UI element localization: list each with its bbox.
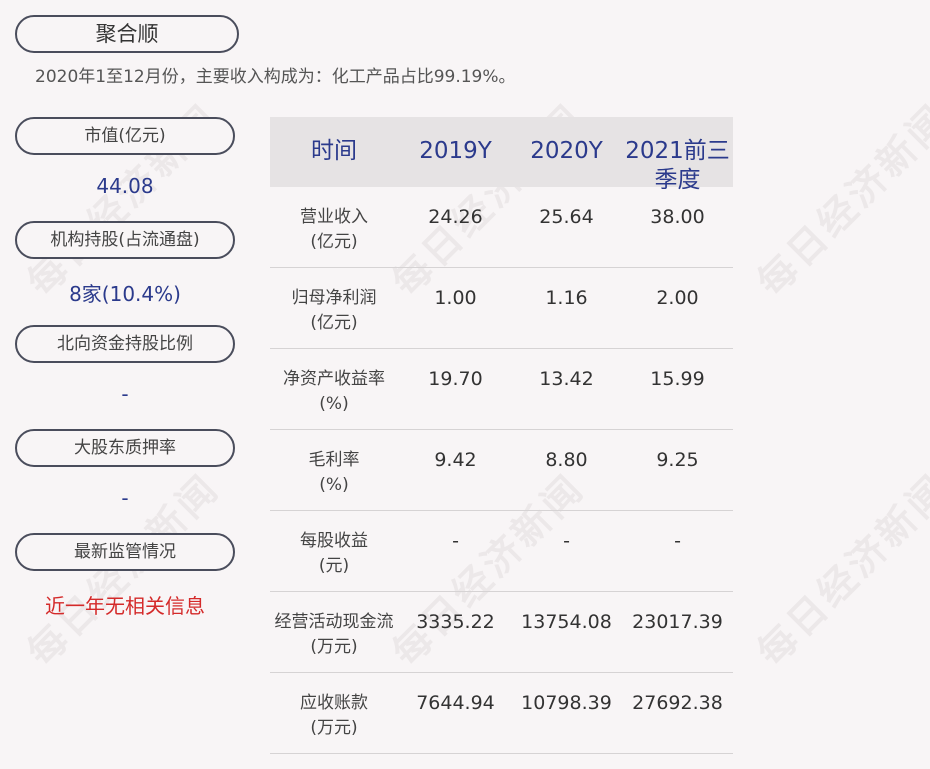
table-cell: 3335.22 bbox=[416, 611, 495, 633]
metric-value-pledge-ratio: - bbox=[121, 486, 129, 510]
row-label-name: 每股收益 bbox=[300, 531, 368, 551]
table-cell: - bbox=[674, 530, 681, 552]
table-cell: 13754.08 bbox=[521, 611, 612, 633]
row-label: 净资产收益率 (%) bbox=[270, 367, 398, 417]
table-cell: 7644.94 bbox=[416, 692, 495, 714]
row-label: 经营活动现金流 (万元) bbox=[270, 610, 398, 660]
table-row: 每股收益 (元) - - - bbox=[270, 511, 733, 592]
table-cell: - bbox=[563, 530, 570, 552]
table-cell: 9.42 bbox=[434, 449, 477, 471]
metric-label-market-cap: 市值(亿元) bbox=[15, 117, 235, 155]
watermark: 每日经济新闻 bbox=[748, 95, 930, 305]
table-cell: 19.70 bbox=[428, 368, 483, 390]
row-label: 应收账款 (万元) bbox=[270, 691, 398, 741]
metric-value-institutional-holding: 8家(10.4%) bbox=[69, 282, 181, 306]
table-row: 应收账款 (万元) 7644.94 10798.39 27692.38 bbox=[270, 673, 733, 754]
table-cell: 13.42 bbox=[539, 368, 594, 390]
table-row: 净资产收益率 (%) 19.70 13.42 15.99 bbox=[270, 349, 733, 430]
table-cell: 23017.39 bbox=[632, 611, 723, 633]
metric-label-institutional-holding: 机构持股(占流通盘) bbox=[15, 221, 235, 259]
row-label-name: 营业收入 bbox=[300, 207, 368, 227]
row-label-name: 毛利率 bbox=[308, 450, 360, 470]
metric-label-northbound-holding: 北向资金持股比例 bbox=[15, 325, 235, 363]
row-label-name: 净资产收益率 bbox=[283, 369, 385, 389]
table-cell: 2.00 bbox=[656, 287, 699, 309]
row-label-unit: (亿元) bbox=[310, 232, 358, 252]
row-label: 每股收益 (元) bbox=[270, 529, 398, 579]
table-header: 时间 2019Y 2020Y 2021前三季度 bbox=[270, 117, 733, 193]
financial-table: 时间 2019Y 2020Y 2021前三季度 营业收入 (亿元) 24.26 2… bbox=[270, 117, 733, 754]
row-label-unit: (%) bbox=[319, 394, 349, 414]
row-label: 毛利率 (%) bbox=[270, 448, 398, 498]
row-label-unit: (亿元) bbox=[310, 313, 358, 333]
row-label-unit: (万元) bbox=[310, 718, 358, 738]
table-row: 营业收入 (亿元) 24.26 25.64 38.00 bbox=[270, 187, 733, 268]
watermark: 每日经济新闻 bbox=[748, 465, 930, 675]
table-cell: 10798.39 bbox=[521, 692, 612, 714]
table-row: 归母净利润 (亿元) 1.00 1.16 2.00 bbox=[270, 268, 733, 349]
table-cell: 1.16 bbox=[545, 287, 588, 309]
table-cell: 15.99 bbox=[650, 368, 705, 390]
row-label: 营业收入 (亿元) bbox=[270, 205, 398, 255]
table-cell: 25.64 bbox=[539, 206, 594, 228]
row-label-unit: (%) bbox=[319, 475, 349, 495]
company-name-badge: 聚合顺 bbox=[15, 15, 239, 53]
table-cell: 24.26 bbox=[428, 206, 483, 228]
row-label-name: 应收账款 bbox=[300, 693, 368, 713]
table-cell: 27692.38 bbox=[632, 692, 723, 714]
row-label: 归母净利润 (亿元) bbox=[270, 286, 398, 336]
table-cell: 1.00 bbox=[434, 287, 477, 309]
table-cell: 9.25 bbox=[656, 449, 699, 471]
header-2020y: 2020Y bbox=[530, 138, 603, 164]
table-cell: - bbox=[452, 530, 459, 552]
row-label-name: 经营活动现金流 bbox=[274, 612, 394, 632]
metric-value-market-cap: 44.08 bbox=[96, 174, 154, 198]
metric-value-northbound-holding: - bbox=[121, 382, 129, 406]
metric-value-regulatory-status: 近一年无相关信息 bbox=[45, 594, 205, 618]
table-cell: 38.00 bbox=[650, 206, 705, 228]
table-row: 毛利率 (%) 9.42 8.80 9.25 bbox=[270, 430, 733, 511]
table-cell: 8.80 bbox=[545, 449, 588, 471]
row-label-name: 归母净利润 bbox=[291, 288, 377, 308]
metric-label-pledge-ratio: 大股东质押率 bbox=[15, 429, 235, 467]
metric-label-regulatory-status: 最新监管情况 bbox=[15, 533, 235, 571]
row-label-unit: (万元) bbox=[310, 637, 358, 657]
header-time: 时间 bbox=[311, 138, 357, 164]
revenue-summary: 2020年1至12月份，主要收入构成为：化工产品占比99.19%。 bbox=[35, 67, 516, 87]
row-label-unit: (元) bbox=[318, 556, 350, 576]
table-row: 经营活动现金流 (万元) 3335.22 13754.08 23017.39 bbox=[270, 592, 733, 673]
header-2019y: 2019Y bbox=[419, 138, 492, 164]
